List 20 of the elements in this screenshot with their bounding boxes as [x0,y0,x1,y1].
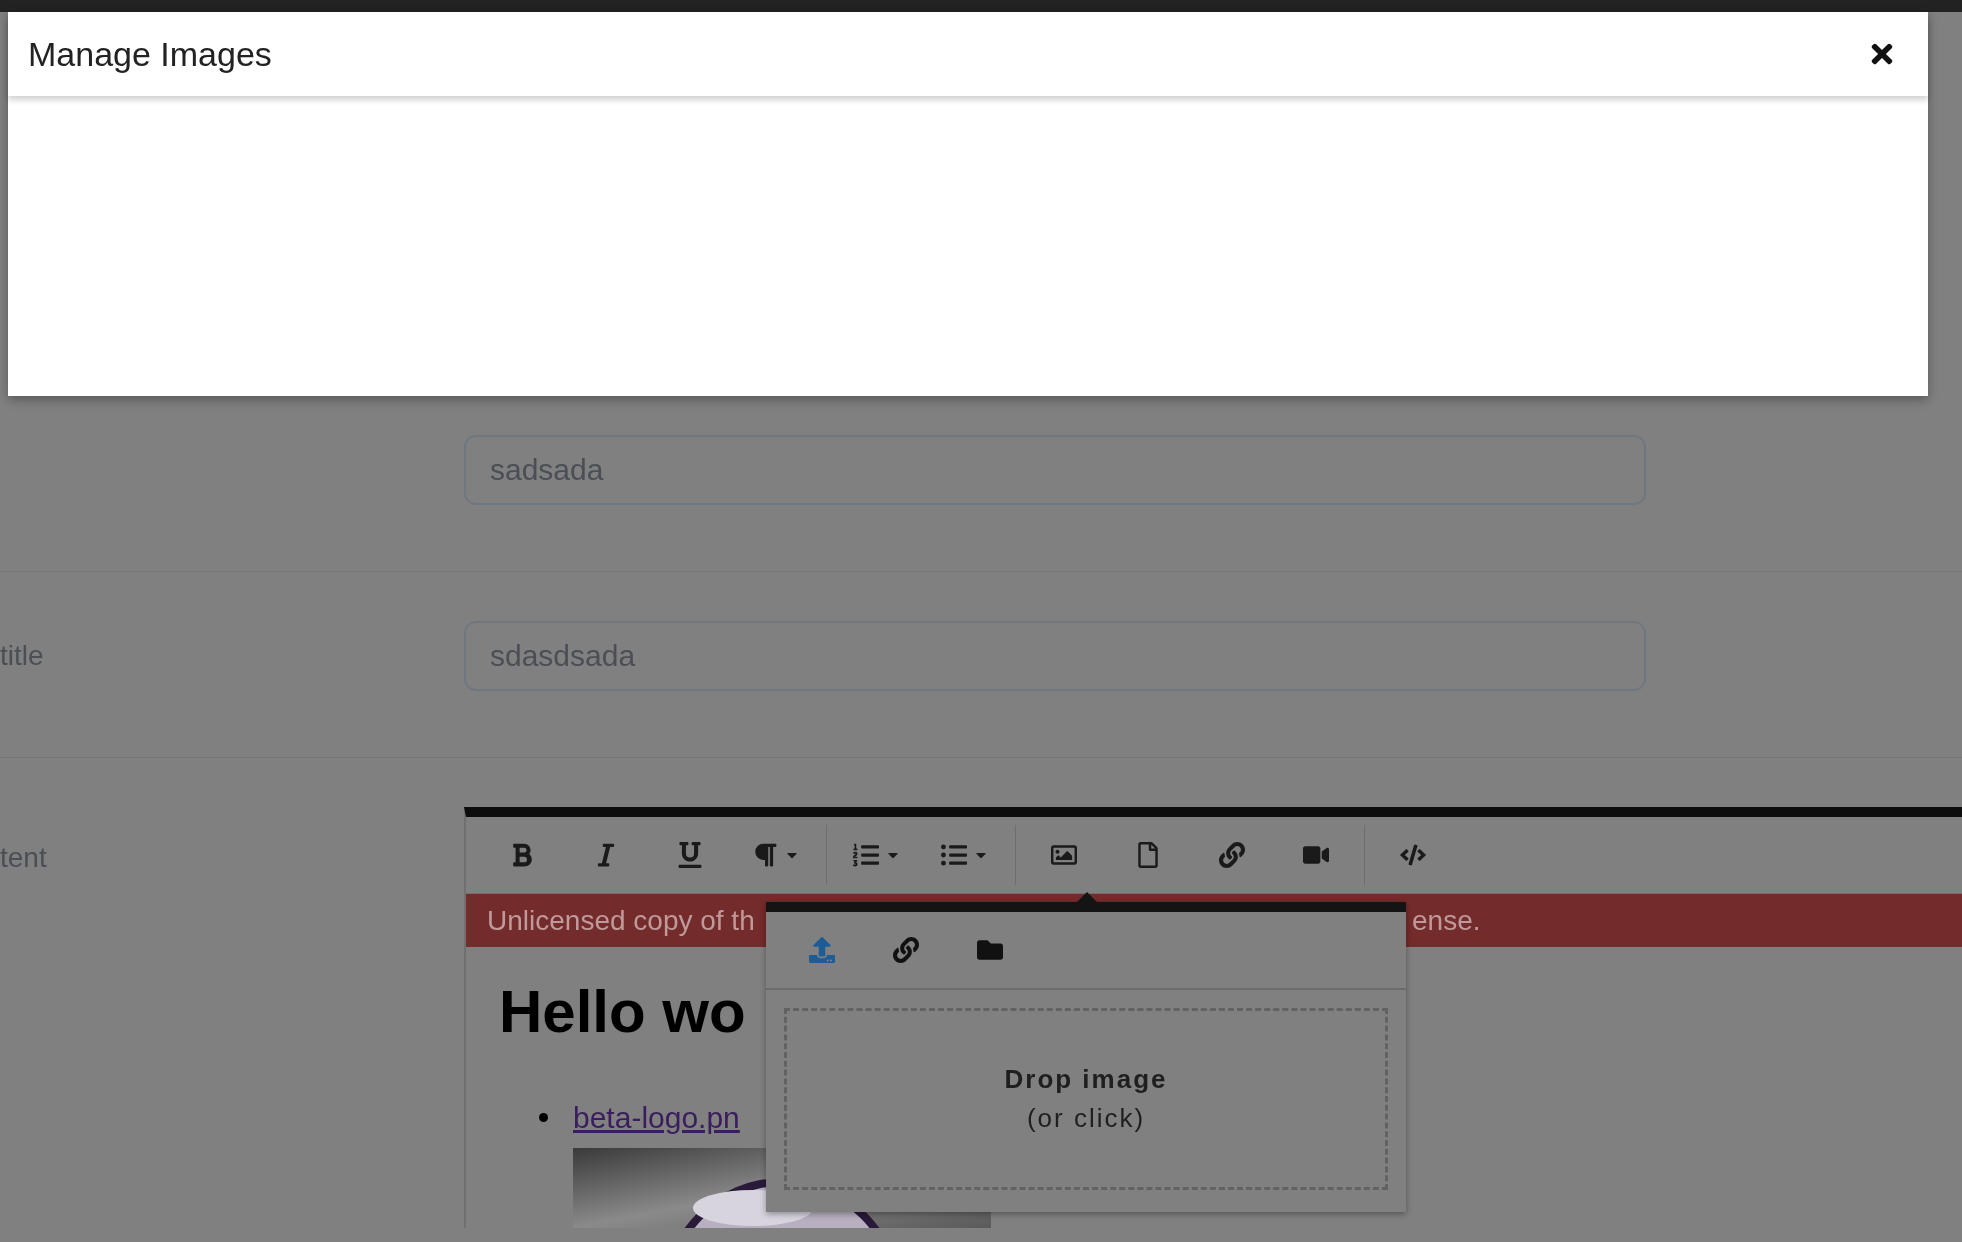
bullet-icon [539,1113,548,1122]
file-icon [1135,842,1161,868]
link-icon [1219,842,1245,868]
folder-icon [977,937,1003,963]
numbered-list-icon [853,842,879,868]
paragraph-icon [752,842,778,868]
upload-icon [809,937,835,963]
heading: Hello wo [499,977,747,1047]
underline-icon [677,842,703,868]
bullet-list-icon [941,842,967,868]
link-icon [893,937,919,963]
drop-hint: (or click) [1026,1102,1146,1135]
drop-zone[interactable]: Drop image (or click) [784,1008,1388,1190]
dialog-title: Manage Images [28,33,272,75]
drop-title: Drop image [1004,1063,1168,1096]
banner-text: Unlicensed copy of th [487,904,755,936]
image-icon [1051,842,1077,868]
code-icon [1400,842,1426,868]
file-link[interactable]: beta-logo.pn [573,1095,740,1140]
banner-text: ense. [1412,903,1481,938]
